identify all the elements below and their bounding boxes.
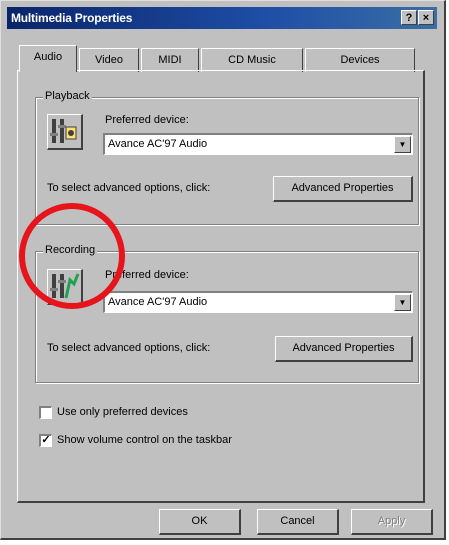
speaker-icon bbox=[47, 114, 83, 150]
recording-advanced-button[interactable]: Advanced Properties bbox=[275, 336, 413, 362]
multimedia-properties-dialog: Multimedia Properties ? × Audio Video MI… bbox=[0, 0, 446, 540]
apply-button: Apply bbox=[351, 509, 433, 535]
show-volume-control-label[interactable]: Show volume control on the taskbar bbox=[57, 434, 232, 446]
playback-group-label: Playback bbox=[43, 90, 92, 102]
tab-midi[interactable]: MIDI bbox=[141, 48, 199, 72]
tab-audio[interactable]: Audio bbox=[19, 45, 77, 72]
recording-hint: To select advanced options, click: bbox=[47, 342, 211, 354]
playback-hint: To select advanced options, click: bbox=[47, 182, 211, 194]
playback-preferred-label: Preferred device: bbox=[105, 114, 189, 126]
use-only-preferred-label[interactable]: Use only preferred devices bbox=[57, 406, 188, 418]
recording-device-select[interactable]: Avance AC'97 Audio ▼ bbox=[103, 291, 413, 313]
help-button[interactable]: ? bbox=[401, 10, 417, 25]
tab-devices[interactable]: Devices bbox=[305, 48, 415, 72]
recording-group-label: Recording bbox=[43, 244, 98, 256]
playback-advanced-button[interactable]: Advanced Properties bbox=[273, 176, 413, 202]
tab-cd-music[interactable]: CD Music bbox=[201, 48, 303, 72]
playback-device-value: Avance AC'97 Audio bbox=[108, 138, 208, 150]
chevron-down-icon[interactable]: ▼ bbox=[394, 136, 411, 153]
recording-device-value: Avance AC'97 Audio bbox=[108, 296, 208, 308]
show-volume-control-checkbox[interactable]: ✓ bbox=[39, 434, 52, 447]
recording-preferred-label: Preferred device: bbox=[105, 269, 189, 281]
window-title: Multimedia Properties bbox=[11, 11, 133, 25]
use-only-preferred-checkbox[interactable] bbox=[39, 406, 52, 419]
tab-video[interactable]: Video bbox=[79, 48, 139, 72]
playback-group bbox=[35, 97, 419, 225]
title-bar[interactable]: Multimedia Properties ? × bbox=[7, 7, 437, 29]
close-button[interactable]: × bbox=[418, 10, 434, 25]
recording-group bbox=[35, 251, 419, 383]
playback-device-select[interactable]: Avance AC'97 Audio ▼ bbox=[103, 133, 413, 155]
microphone-icon bbox=[47, 269, 83, 305]
ok-button[interactable]: OK bbox=[159, 509, 241, 535]
chevron-down-icon[interactable]: ▼ bbox=[394, 294, 411, 311]
cancel-button[interactable]: Cancel bbox=[257, 509, 339, 535]
